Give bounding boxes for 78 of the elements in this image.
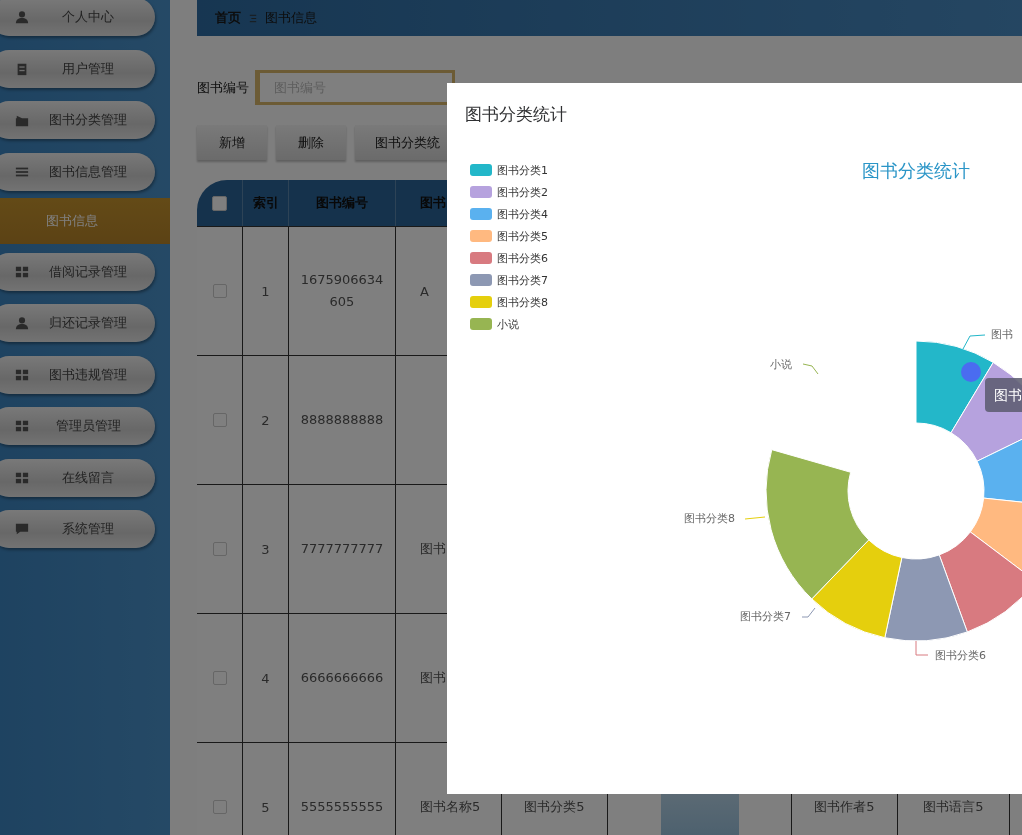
row-checkbox[interactable] bbox=[212, 800, 227, 814]
slice-label: 小说 bbox=[770, 358, 792, 371]
table-cell-text: 7777777777 bbox=[300, 539, 384, 558]
table-cell: 2 bbox=[261, 412, 270, 428]
slice-label: 图书分类8 bbox=[684, 512, 735, 525]
grid-icon bbox=[15, 367, 29, 382]
column-header: 图书 bbox=[420, 194, 446, 212]
slice-label: 图书分类6 bbox=[935, 649, 986, 662]
legend-item[interactable]: 图书分类8 bbox=[470, 295, 548, 309]
legend-item[interactable]: 图书分类5 bbox=[470, 229, 548, 243]
sidebar-menu-item[interactable]: 系统管理 bbox=[0, 510, 155, 548]
sidebar-submenu-item[interactable]: 图书信息 bbox=[0, 198, 170, 244]
chart-title: 图书分类统计 bbox=[862, 160, 970, 181]
person-icon bbox=[15, 10, 29, 24]
toolbar-button[interactable]: 新增 bbox=[197, 125, 267, 160]
table-cell: 图书分类5 bbox=[524, 798, 585, 816]
table-cell-text: 1675906634605 bbox=[299, 270, 385, 311]
chart-slice[interactable] bbox=[938, 531, 1022, 633]
table-cell: 图书作者5 bbox=[814, 798, 875, 816]
sidebar-menu-item[interactable]: 归还记录管理 bbox=[0, 304, 155, 342]
table-cell: A bbox=[420, 283, 429, 299]
leader-line bbox=[801, 607, 816, 618]
column-header: 索引 bbox=[252, 194, 279, 212]
legend-item[interactable]: 小说 bbox=[470, 317, 519, 331]
person-icon bbox=[15, 316, 29, 330]
sidebar-menu-item[interactable]: 图书分类管理 bbox=[0, 101, 155, 139]
legend-item[interactable]: 图书分类6 bbox=[470, 251, 548, 265]
legend-item[interactable]: 图书分类7 bbox=[470, 273, 548, 287]
dialog-title: 图书分类统计 bbox=[464, 103, 568, 126]
sidebar-menu-item[interactable]: 用户管理 bbox=[0, 49, 155, 88]
chart-slice[interactable] bbox=[765, 449, 870, 600]
breadcrumb-current: 图书信息 bbox=[265, 9, 317, 27]
sidebar-menu-item[interactable]: 管理员管理 bbox=[0, 407, 155, 445]
clipboard-icon bbox=[15, 61, 29, 76]
sidebar-menu-item[interactable]: 在线留言 bbox=[0, 458, 155, 497]
chat-icon bbox=[15, 522, 29, 536]
table-cell: 4 bbox=[261, 670, 270, 686]
table-cell: 图书 bbox=[420, 669, 446, 687]
table-cell: 1 bbox=[261, 283, 270, 299]
row-checkbox[interactable] bbox=[212, 542, 227, 556]
row-checkbox[interactable] bbox=[212, 413, 227, 427]
sidebar-menu-item[interactable]: 图书信息管理 bbox=[0, 152, 155, 191]
row-checkbox[interactable] bbox=[212, 671, 227, 685]
sidebar-menu-item[interactable]: 图书违规管理 bbox=[0, 355, 155, 394]
slice-label: 图书分类7 bbox=[740, 610, 791, 623]
separator-icon bbox=[249, 12, 257, 24]
leader-line bbox=[802, 363, 819, 375]
hover-dot bbox=[961, 362, 981, 382]
table-cell: 图书名称5 bbox=[420, 798, 481, 816]
row-checkbox[interactable] bbox=[212, 284, 227, 298]
chart-tooltip: 图书 bbox=[985, 378, 1022, 412]
leader-line bbox=[744, 516, 766, 520]
column-header: 图书编号 bbox=[316, 194, 368, 212]
legend-item[interactable]: 图书分类2 bbox=[470, 185, 548, 199]
chart-slice[interactable] bbox=[811, 539, 903, 639]
sidebar-menu-item[interactable]: 个人中心 bbox=[0, 0, 155, 36]
leader-line bbox=[962, 334, 986, 350]
table-cell-text: 5555555555 bbox=[300, 797, 384, 816]
legend-item[interactable]: 图书分类1 bbox=[470, 163, 548, 177]
leader-line bbox=[915, 640, 929, 656]
table-cell: 图书语言5 bbox=[923, 798, 984, 816]
slice-label: 图书 bbox=[991, 328, 1013, 341]
toolbar-button[interactable]: 删除 bbox=[276, 125, 346, 160]
select-all-checkbox[interactable] bbox=[212, 195, 227, 211]
table-cell-text: 6666666666 bbox=[300, 668, 384, 687]
folder-icon bbox=[15, 113, 29, 127]
sidebar-menu-item[interactable]: 借阅记录管理 bbox=[0, 252, 155, 291]
legend-item[interactable]: 图书分类4 bbox=[470, 207, 548, 221]
table-cell-text: 8888888888 bbox=[300, 410, 384, 429]
chart-slice[interactable] bbox=[915, 340, 994, 434]
grid-icon bbox=[15, 419, 29, 433]
table-cell: 5 bbox=[261, 799, 270, 815]
field-label: 图书编号 bbox=[197, 78, 249, 97]
chart-slice[interactable] bbox=[884, 554, 968, 642]
table-cell: 3 bbox=[261, 541, 270, 557]
grid-icon bbox=[15, 264, 29, 279]
grid-icon bbox=[15, 470, 29, 485]
table-cell: 图书 bbox=[420, 540, 446, 558]
